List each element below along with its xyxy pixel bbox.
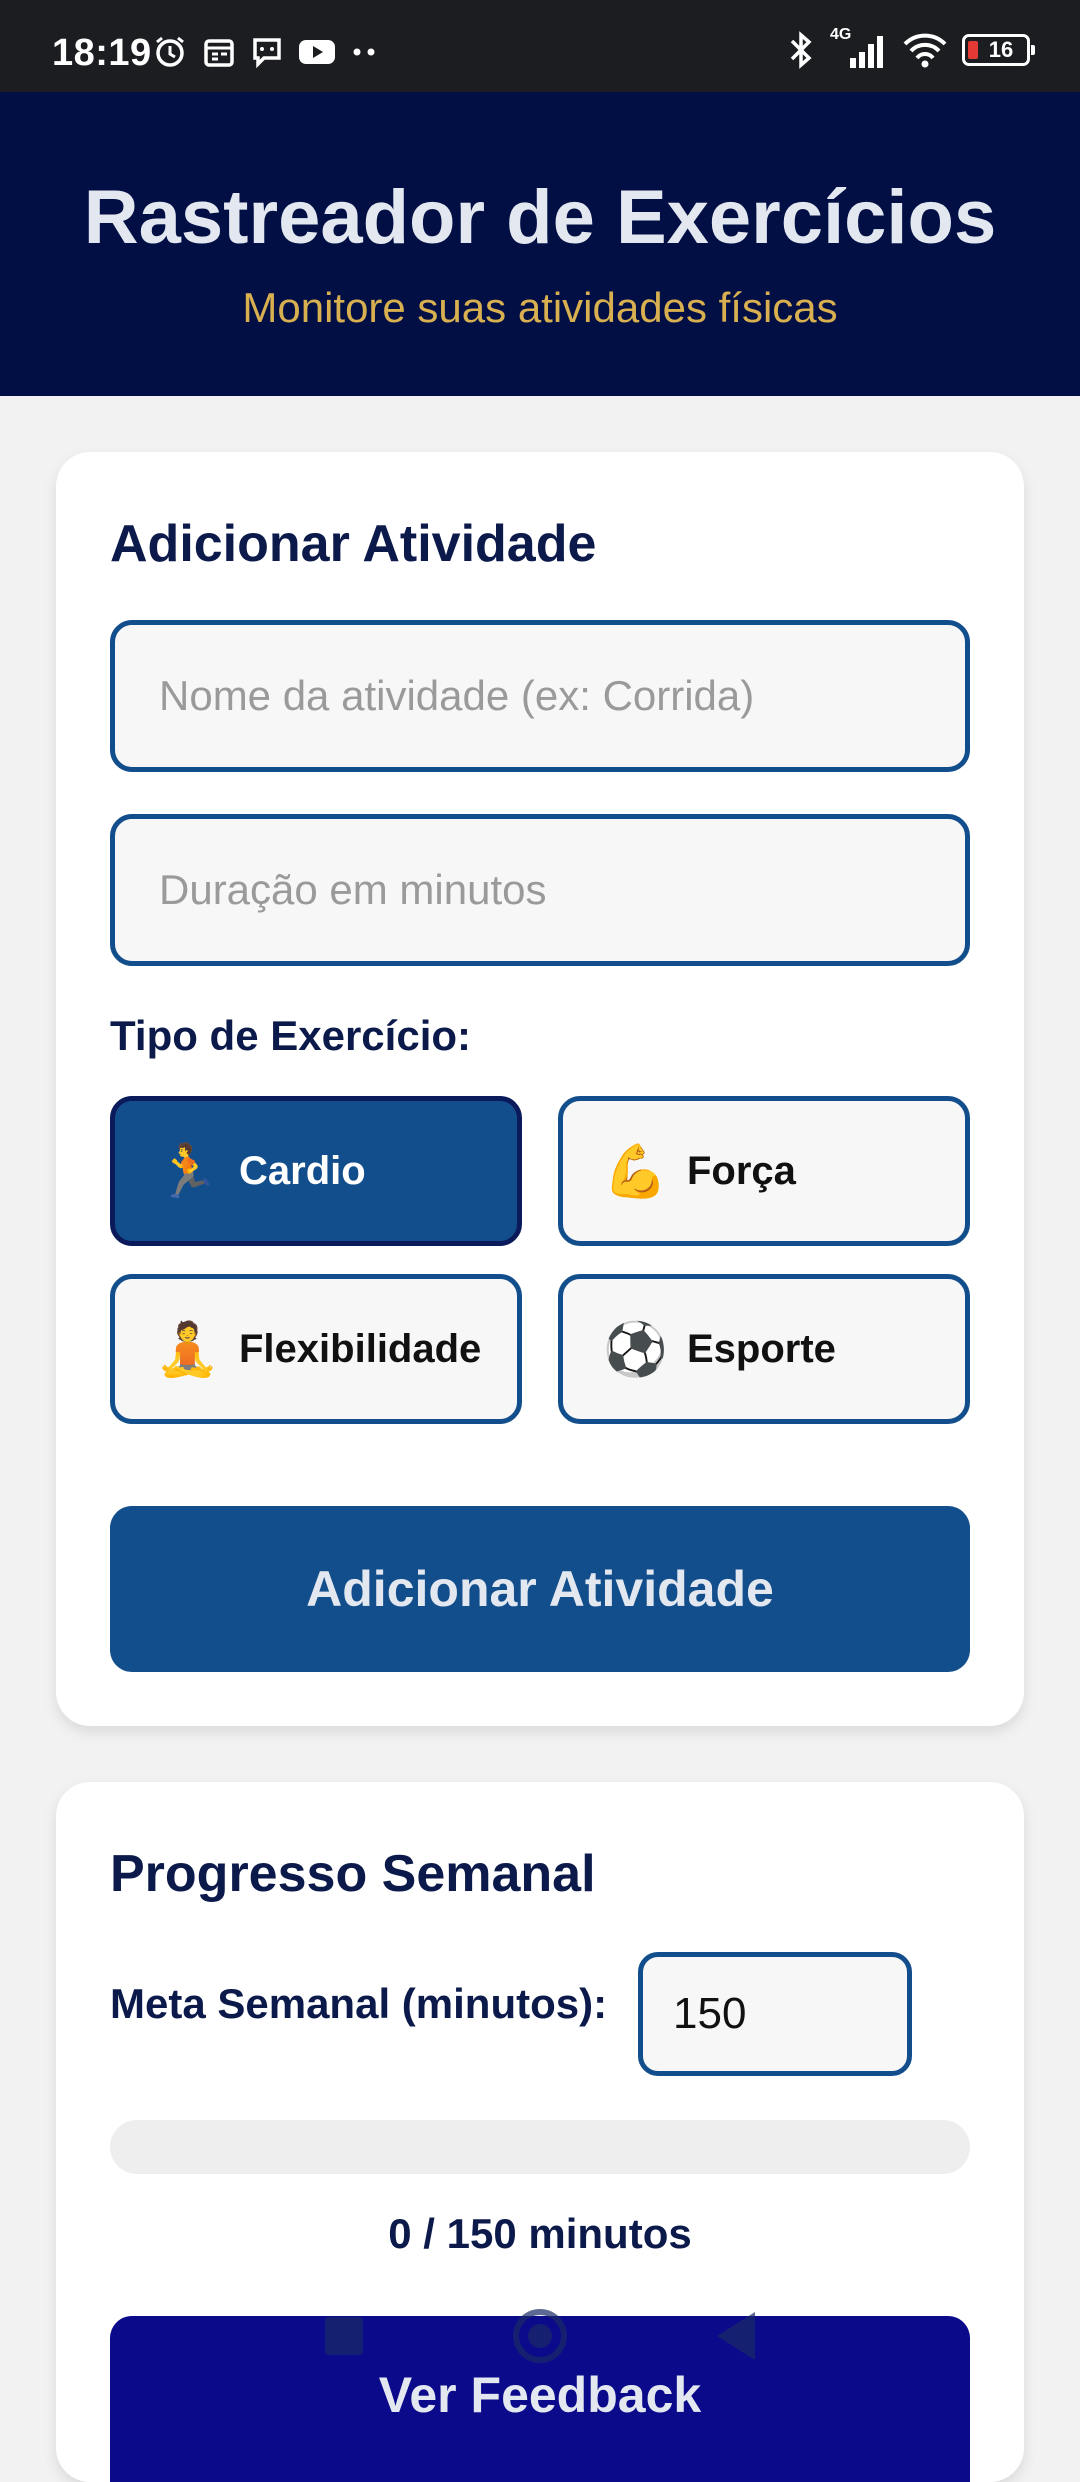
duration-input[interactable] xyxy=(110,814,970,966)
type-button-flexibilidade[interactable]: 🧘 Flexibilidade xyxy=(110,1274,522,1424)
weekly-goal-input[interactable] xyxy=(638,1952,912,2076)
soccer-ball-icon: ⚽ xyxy=(603,1320,668,1379)
running-icon: 🏃 xyxy=(155,1142,220,1201)
yoga-icon: 🧘 xyxy=(155,1320,220,1379)
type-label: Cardio xyxy=(239,1148,366,1193)
battery-level: 16 xyxy=(988,37,1014,62)
more-dots-icon xyxy=(353,48,375,56)
battery-icon: 16 xyxy=(962,34,1035,66)
add-activity-title: Adicionar Atividade xyxy=(110,515,597,573)
progress-text: 0 / 150 minutos xyxy=(388,2210,692,2257)
progress-bar xyxy=(110,2120,970,2174)
type-button-forca[interactable]: 💪 Força xyxy=(558,1096,970,1246)
status-bar: 18:19 4G 16 xyxy=(0,0,1080,92)
type-button-esporte[interactable]: ⚽ Esporte xyxy=(558,1274,970,1424)
status-time: 18:19 xyxy=(52,32,152,74)
page-title: Rastreador de Exercícios xyxy=(83,175,997,260)
recent-apps-icon[interactable] xyxy=(325,2317,363,2355)
calendar-icon xyxy=(204,39,234,67)
alarm-icon xyxy=(156,36,184,67)
chat-icon xyxy=(253,38,281,69)
bluetooth-icon xyxy=(790,31,812,69)
app-header: Rastreador de Exercícios Monitore suas a… xyxy=(0,92,1080,396)
back-icon[interactable] xyxy=(717,2312,755,2360)
type-label: Flexibilidade xyxy=(239,1326,482,1371)
weekly-progress-title: Progresso Semanal xyxy=(110,1845,596,1903)
type-button-cardio[interactable]: 🏃 Cardio xyxy=(110,1096,522,1246)
system-icons: 4G 16 xyxy=(786,26,1035,70)
wifi-icon xyxy=(903,33,947,68)
notification-icons xyxy=(152,34,378,70)
type-label: Força xyxy=(687,1148,796,1193)
add-activity-card: Adicionar Atividade Tipo de Exercício: 🏃… xyxy=(56,452,1024,1726)
signal-icon: 4G xyxy=(830,26,888,70)
exercise-type-label: Tipo de Exercício: xyxy=(110,1012,471,1059)
youtube-icon xyxy=(299,40,335,64)
type-label: Esporte xyxy=(687,1326,836,1371)
activity-name-input[interactable] xyxy=(110,620,970,772)
muscle-icon: 💪 xyxy=(603,1142,668,1201)
weekly-goal-label: Meta Semanal (minutos): xyxy=(110,1980,608,2027)
page-subtitle: Monitore suas atividades físicas xyxy=(242,284,838,331)
system-nav-bar xyxy=(0,2296,1080,2376)
weekly-progress-card: Progresso Semanal Meta Semanal (minutos)… xyxy=(56,1782,1024,2482)
home-icon[interactable] xyxy=(513,2309,567,2363)
add-activity-button[interactable]: Adicionar Atividade xyxy=(110,1506,970,1672)
